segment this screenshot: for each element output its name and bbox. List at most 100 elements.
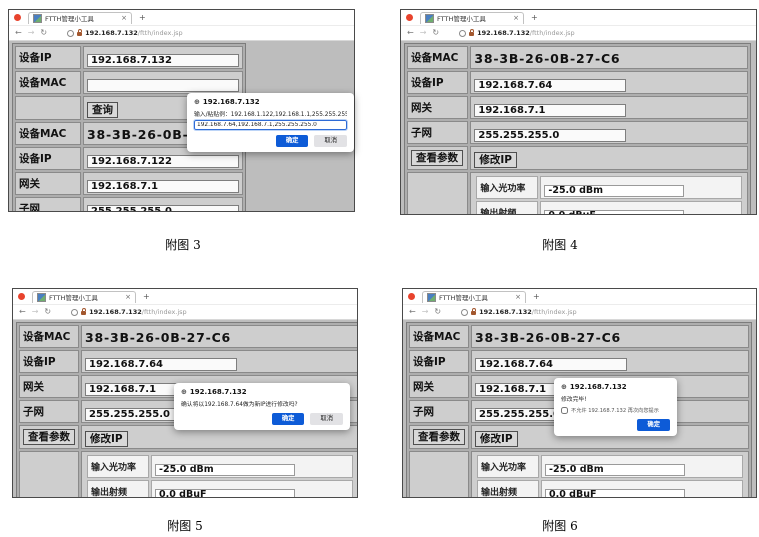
optical-power-label: 输入光功率	[476, 176, 538, 199]
page-content: 设备MAC 38-3B-26-0B-27-C6 设备IP 网关 子网 查看参数 …	[401, 41, 756, 214]
dont-ask-again-checkbox[interactable]	[561, 407, 568, 414]
device-ip-input[interactable]	[85, 358, 237, 371]
dialog-input[interactable]	[194, 120, 347, 130]
figure-caption: 附图 6	[515, 517, 605, 534]
ok-button[interactable]: 确定	[276, 135, 309, 147]
view-params-button[interactable]: 查看参数	[23, 429, 75, 445]
optical-power-label: 输入光功率	[87, 455, 149, 478]
device-mac-label: 设备MAC	[15, 71, 81, 94]
rf-output-input[interactable]	[545, 489, 685, 498]
address-bar[interactable]: 192.168.7.132/ftth/index.jsp	[461, 308, 577, 316]
tab-close-icon[interactable]: ×	[511, 293, 521, 301]
device-ip-label: 设备IP	[19, 350, 79, 373]
device-table: 设备MAC 38-3B-26-0B-27-C6 设备IP 网关 子网 查看参数 …	[404, 43, 751, 214]
cancel-button[interactable]: 取消	[310, 413, 343, 425]
url-host: 192.168.7.132	[85, 29, 138, 37]
table-row: 设备MAC 38-3B-26-0B-27-C6	[407, 46, 748, 69]
optical-power-input[interactable]	[155, 464, 295, 476]
firefox-icon	[14, 14, 21, 21]
tab-bar: FTTH管理小工具 × +	[13, 289, 357, 305]
shield-icon	[71, 309, 78, 316]
device-mac-value: 38-3B-26-0B-27-C6	[475, 330, 621, 345]
browser-tab[interactable]: FTTH管理小工具 ×	[28, 12, 132, 24]
cancel-button[interactable]: 取消	[314, 135, 347, 147]
forward-icon[interactable]: →	[32, 308, 39, 316]
reload-icon[interactable]: ↻	[434, 308, 441, 316]
new-tab-icon[interactable]: +	[139, 13, 146, 22]
browser-tab[interactable]: FTTH管理小工具 ×	[420, 12, 524, 24]
tab-close-icon[interactable]: ×	[509, 14, 519, 22]
globe-icon: ⊕	[194, 99, 200, 106]
shield-icon	[461, 309, 468, 316]
tab-close-icon[interactable]: ×	[117, 14, 127, 22]
ok-button[interactable]: 确定	[637, 419, 670, 431]
subnet-input[interactable]	[474, 129, 626, 142]
params-table: 输入光功率 输出射频 输出射频开关 现状态	[85, 453, 355, 497]
table-row: 输入光功率 输出射频 输出射频开关 现状态	[407, 172, 748, 214]
optical-power-input[interactable]	[545, 464, 685, 476]
modify-ip-button[interactable]: 修改IP	[475, 431, 518, 447]
back-icon[interactable]: ←	[15, 29, 22, 37]
dialog-title-row: ⊕ 192.168.7.132	[561, 383, 670, 391]
table-row: 查看参数 修改IP	[407, 146, 748, 170]
browser-tab[interactable]: FTTH管理小工具 ×	[32, 291, 136, 303]
modify-ip-button[interactable]: 修改IP	[85, 431, 128, 447]
device-ip-input[interactable]	[474, 79, 626, 92]
url-host: 192.168.7.132	[477, 29, 530, 37]
subnet-input[interactable]	[87, 205, 239, 211]
new-tab-icon[interactable]: +	[533, 292, 540, 301]
back-icon[interactable]: ←	[409, 308, 416, 316]
dialog-message: 修改完毕!	[561, 394, 670, 403]
firefox-icon	[408, 293, 415, 300]
dialog-title: 192.168.7.132	[190, 388, 247, 396]
reload-icon[interactable]: ↻	[432, 29, 439, 37]
forward-icon[interactable]: →	[28, 29, 35, 37]
table-row: 网关	[15, 172, 243, 195]
dialog-title: 192.168.7.132	[203, 98, 260, 106]
dialog-title-row: ⊕ 192.168.7.132	[181, 388, 343, 396]
reload-icon[interactable]: ↻	[44, 308, 51, 316]
new-tab-icon[interactable]: +	[531, 13, 538, 22]
new-tab-icon[interactable]: +	[143, 292, 150, 301]
forward-icon[interactable]: →	[420, 29, 427, 37]
dialog-title: 192.168.7.132	[570, 383, 627, 391]
gateway-input[interactable]	[87, 180, 239, 193]
browser-window-fig6: FTTH管理小工具 × + ← → ↻ 192.168.7.132/ftth/i…	[402, 288, 757, 498]
forward-icon[interactable]: →	[422, 308, 429, 316]
rf-output-label: 输出射频	[87, 480, 149, 497]
device-mac-input[interactable]	[87, 79, 239, 92]
subnet-label: 子网	[407, 121, 468, 144]
tab-close-icon[interactable]: ×	[121, 293, 131, 301]
gateway-label: 网关	[15, 172, 81, 195]
view-params-button[interactable]: 查看参数	[411, 150, 463, 166]
table-row: 输出射频	[87, 480, 353, 497]
browser-tab[interactable]: FTTH管理小工具 ×	[422, 291, 526, 303]
device-ip-input[interactable]	[87, 155, 239, 168]
rf-output-input[interactable]	[544, 210, 684, 215]
view-params-button[interactable]: 查看参数	[413, 429, 465, 445]
gateway-input[interactable]	[474, 104, 626, 117]
modify-ip-button[interactable]: 修改IP	[474, 152, 517, 168]
tab-bar: FTTH管理小工具 × +	[401, 10, 756, 26]
table-row: 输入光功率	[477, 455, 743, 478]
subnet-label: 子网	[15, 197, 81, 211]
tab-bar: FTTH管理小工具 × +	[403, 289, 756, 305]
device-ip-input[interactable]	[475, 358, 627, 371]
address-bar[interactable]: 192.168.7.132/ftth/index.jsp	[459, 29, 575, 37]
device-mac-label: 设备MAC	[15, 122, 81, 145]
ok-button[interactable]: 确定	[272, 413, 305, 425]
device-ip-input[interactable]	[87, 54, 239, 67]
reload-icon[interactable]: ↻	[40, 29, 47, 37]
table-row: 输出射频	[476, 201, 742, 214]
back-icon[interactable]: ←	[19, 308, 26, 316]
back-icon[interactable]: ←	[407, 29, 414, 37]
address-bar[interactable]: 192.168.7.132/ftth/index.jsp	[67, 29, 183, 37]
browser-toolbar: ← → ↻ 192.168.7.132/ftth/index.jsp	[9, 26, 354, 41]
rf-output-input[interactable]	[155, 489, 295, 498]
optical-power-input[interactable]	[544, 185, 684, 197]
address-bar[interactable]: 192.168.7.132/ftth/index.jsp	[71, 308, 187, 316]
query-button[interactable]: 查询	[87, 102, 118, 118]
url-path: /ftth/index.jsp	[530, 29, 575, 37]
browser-toolbar: ← → ↻ 192.168.7.132/ftth/index.jsp	[13, 305, 357, 320]
device-mac-value: 38-3B-26-0B-27-C6	[474, 51, 620, 66]
